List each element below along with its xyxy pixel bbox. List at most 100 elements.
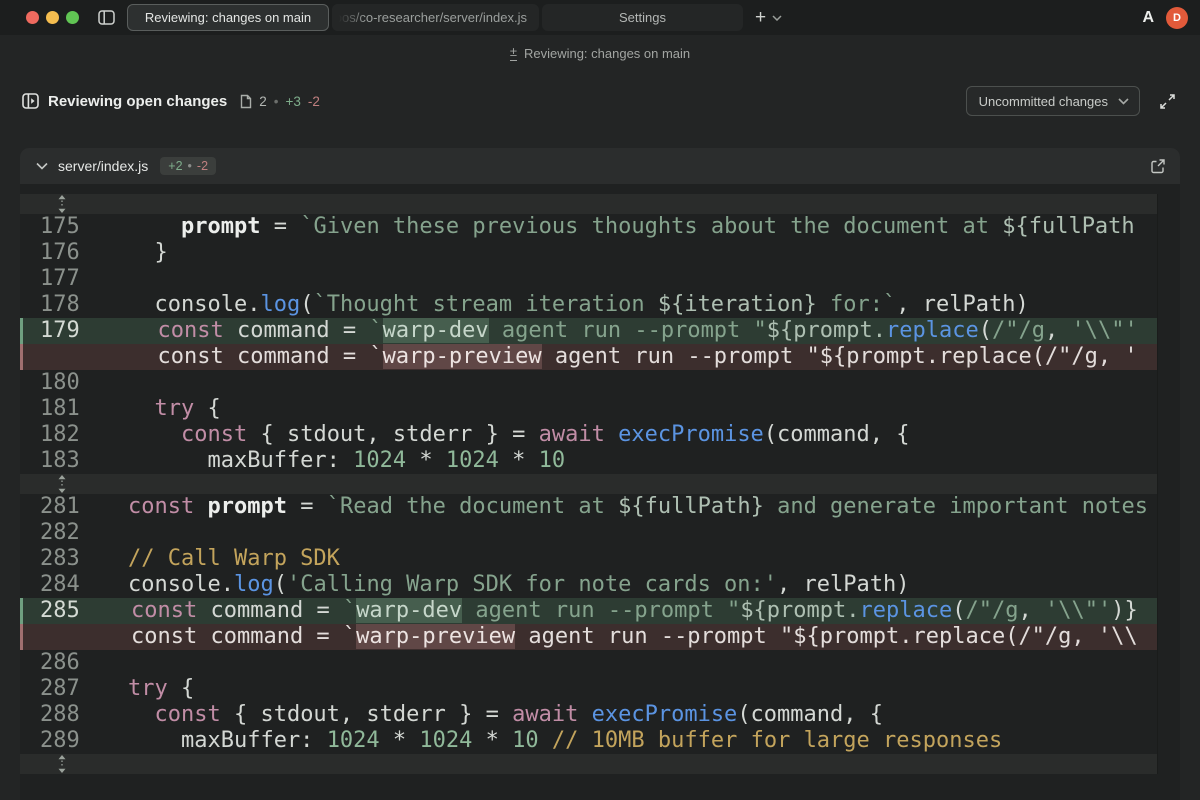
expand-view-button[interactable] [1156,90,1178,112]
collapse-chevron-icon[interactable] [36,162,48,170]
file-additions: +2 [168,159,182,173]
line-number: 178 [20,292,60,318]
review-title: Reviewing open changes [48,93,227,110]
file-panel-header: server/index.js +2 • -2 [20,148,1180,184]
code-text: } [60,240,168,266]
expand-up-down-icon [56,754,68,774]
line-number: 285 [23,598,63,624]
line-number: 175 [20,214,60,240]
code-text: const prompt = `Read the document at ${f… [60,494,1148,520]
tab-strip: Reviewing: changes on main pos/co-resear… [127,4,743,31]
code-text: const command = `warp-dev agent run --pr… [63,318,1138,344]
new-tab-chevron-down-icon[interactable] [772,15,782,21]
dropdown-selected-value: Uncommitted changes [979,94,1108,109]
title-bar: Reviewing: changes on main pos/co-resear… [0,0,1200,35]
app-logo-icon[interactable]: A [1142,9,1154,27]
code-text [60,370,128,396]
code-line: 176 } [20,240,1157,266]
line-number: 286 [20,650,60,676]
code-text: prompt = `Given these previous thoughts … [60,214,1135,240]
code-text: try { [60,396,221,422]
separator-dot: • [274,94,279,109]
review-header: Reviewing open changes 2 • +3 -2 Uncommi… [0,81,1200,121]
code-text: const command = `warp-preview agent run … [63,344,1138,370]
line-number: 283 [20,546,60,572]
file-diff-badge: +2 • -2 [160,157,216,175]
zoom-window-button[interactable] [66,11,79,24]
line-number [23,624,63,650]
deletions-count: -2 [308,94,320,109]
line-number: 288 [20,702,60,728]
file-name[interactable]: server/index.js [58,158,148,174]
new-tab-button[interactable]: + [753,8,768,27]
code-line: 183 maxBuffer: 1024 * 1024 * 10 [20,448,1157,474]
badge-dot: • [188,159,192,173]
line-number: 289 [20,728,60,754]
code-line: 180 [20,370,1157,396]
code-line: 286 [20,650,1157,676]
code-text: console.log('Calling Warp SDK for note c… [60,572,910,598]
expand-hidden-lines-separator[interactable] [20,194,1157,214]
diff-removed-line: const command = `warp-preview agent run … [20,624,1157,650]
sidebar-toggle-icon[interactable] [95,7,117,29]
tab-label: pos/co-researcher/server/index.js [335,10,527,25]
close-window-button[interactable] [26,11,39,24]
minimize-window-button[interactable] [46,11,59,24]
chevron-down-icon [1118,98,1129,105]
open-external-icon [1150,158,1166,174]
code-line: 282 [20,520,1157,546]
line-number: 183 [20,448,60,474]
line-number: 282 [20,520,60,546]
expand-up-down-icon [56,474,68,494]
user-avatar[interactable]: D [1166,7,1188,29]
code-line: 288 const { stdout, stderr } = await exe… [20,702,1157,728]
code-text [60,266,128,292]
code-text: const command = `warp-preview agent run … [63,624,1138,650]
code-text [60,650,128,676]
code-text [60,520,128,546]
tab-label: Reviewing: changes on main [145,10,311,25]
line-number: 181 [20,396,60,422]
code-line: 284console.log('Calling Warp SDK for not… [20,572,1157,598]
expand-hidden-lines-separator[interactable] [20,474,1157,494]
tab-file-path[interactable]: pos/co-researcher/server/index.js [332,4,539,31]
code-line: 289 maxBuffer: 1024 * 1024 * 10 // 10MB … [20,728,1157,754]
code-line: 281const prompt = `Read the document at … [20,494,1157,520]
code-line: 181 try { [20,396,1157,422]
line-number: 180 [20,370,60,396]
tab-reviewing-changes[interactable]: Reviewing: changes on main [127,4,329,31]
session-status: ± Reviewing: changes on main [0,35,1200,71]
code-text: try { [60,676,194,702]
code-line: 182 const { stdout, stderr } = await exe… [20,422,1157,448]
line-number [23,344,63,370]
expand-diagonal-icon [1160,94,1175,109]
session-status-label: Reviewing: changes on main [524,46,690,61]
diff-added-line: 285const command = `warp-dev agent run -… [20,598,1157,624]
file-icon [240,94,252,109]
expand-hidden-lines-separator[interactable] [20,754,1157,774]
code-text: const command = `warp-dev agent run --pr… [63,598,1138,624]
diff-removed-line: const command = `warp-preview agent run … [20,344,1157,370]
code-line: 177 [20,266,1157,292]
file-diff-panel: server/index.js +2 • -2 175 prompt = `Gi… [20,148,1180,800]
code-line: 175 prompt = `Given these previous thoug… [20,214,1157,240]
open-external-button[interactable] [1150,158,1166,174]
code-body: 175 prompt = `Given these previous thoug… [20,184,1180,774]
line-number: 177 [20,266,60,292]
file-deletions: -2 [197,159,208,173]
line-number: 179 [23,318,63,344]
code-text: const { stdout, stderr } = await execPro… [60,422,910,448]
additions-count: +3 [285,94,300,109]
line-number: 182 [20,422,60,448]
tab-settings[interactable]: Settings [542,4,743,31]
line-number: 284 [20,572,60,598]
line-number: 281 [20,494,60,520]
diff-added-line: 179 const command = `warp-dev agent run … [20,318,1157,344]
expand-up-down-icon [56,194,68,214]
line-number: 287 [20,676,60,702]
changed-file-count: 2 [259,94,267,109]
code-rows: 175 prompt = `Given these previous thoug… [20,194,1158,774]
code-text: // Call Warp SDK [60,546,340,572]
code-line: 178 console.log(`Thought stream iteratio… [20,292,1157,318]
changes-source-dropdown[interactable]: Uncommitted changes [966,86,1140,116]
